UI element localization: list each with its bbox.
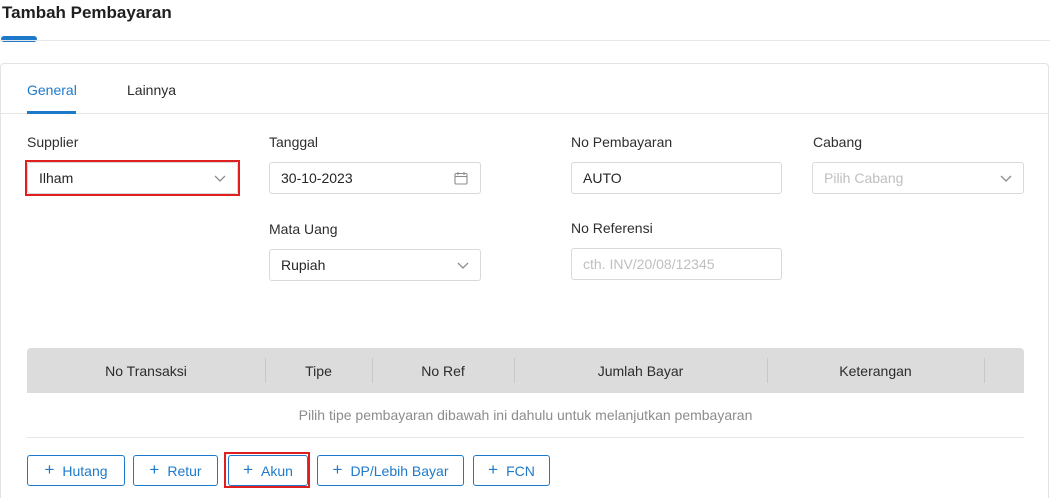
add-dp-lebih-bayar-label: DP/Lebih Bayar <box>350 462 449 479</box>
active-tab-indicator <box>27 111 76 114</box>
mata-uang-label: Mata Uang <box>269 221 338 237</box>
plus-icon: + <box>149 460 160 479</box>
chevron-down-icon <box>214 175 226 182</box>
no-pembayaran-label: No Pembayaran <box>571 134 673 150</box>
plus-icon: + <box>44 460 55 479</box>
payment-table-header: No Transaksi Tipe No Ref Jumlah Bayar Ke… <box>27 348 1024 393</box>
supplier-select[interactable]: Ilham <box>27 162 238 194</box>
column-header-jumlah-bayar: Jumlah Bayar <box>597 362 684 379</box>
add-fcn-label: FCN <box>506 462 535 479</box>
add-akun-label: Akun <box>261 462 293 479</box>
table-empty-message: Pilih tipe pembayaran dibawah ini dahulu… <box>27 393 1024 438</box>
add-hutang-label: Hutang <box>62 462 108 479</box>
column-header-no-ref: No Ref <box>421 362 465 379</box>
add-retur-label: Retur <box>167 462 202 479</box>
mata-uang-value: Rupiah <box>281 257 326 273</box>
column-header-keterangan: Keterangan <box>839 362 912 379</box>
form-card: General Lainnya Supplier Ilham Tanggal 3… <box>0 63 1049 498</box>
add-fcn-button[interactable]: + FCN <box>473 455 550 486</box>
calendar-icon <box>454 172 468 185</box>
tab-lainnya[interactable]: Lainnya <box>127 82 176 98</box>
chevron-down-icon <box>1000 175 1012 182</box>
mata-uang-select[interactable]: Rupiah <box>269 249 481 281</box>
add-retur-button[interactable]: + Retur <box>133 455 218 486</box>
title-accent-bar <box>1 36 37 42</box>
tanggal-value: 30-10-2023 <box>281 170 353 186</box>
cabang-placeholder: Pilih Cabang <box>824 170 904 186</box>
title-divider <box>0 40 1050 41</box>
column-header-tipe: Tipe <box>305 362 332 379</box>
no-pembayaran-input[interactable]: AUTO <box>571 162 782 194</box>
chevron-down-icon <box>457 262 469 269</box>
page-title: Tambah Pembayaran <box>2 3 172 22</box>
cabang-select[interactable]: Pilih Cabang <box>812 162 1024 194</box>
add-hutang-button[interactable]: + Hutang <box>27 455 125 486</box>
no-referensi-placeholder: cth. INV/20/08/12345 <box>583 256 715 272</box>
no-pembayaran-value: AUTO <box>583 170 622 186</box>
column-divider <box>984 358 985 383</box>
plus-icon: + <box>332 460 343 479</box>
tab-general[interactable]: General <box>27 82 77 98</box>
cabang-label: Cabang <box>813 134 863 150</box>
column-header-no-transaksi: No Transaksi <box>105 362 187 379</box>
plus-icon: + <box>243 460 253 479</box>
supplier-value: Ilham <box>39 170 74 186</box>
add-dp-lebih-bayar-button[interactable]: + DP/Lebih Bayar <box>317 455 464 486</box>
supplier-label: Supplier <box>27 134 79 150</box>
tanggal-datepicker[interactable]: 30-10-2023 <box>269 162 481 194</box>
tanggal-label: Tanggal <box>269 134 319 150</box>
plus-icon: + <box>488 460 499 479</box>
no-referensi-input[interactable]: cth. INV/20/08/12345 <box>571 248 782 280</box>
no-referensi-label: No Referensi <box>571 220 653 236</box>
tab-bar: General Lainnya <box>1 64 1048 114</box>
add-akun-button[interactable]: + Akun <box>228 455 308 486</box>
